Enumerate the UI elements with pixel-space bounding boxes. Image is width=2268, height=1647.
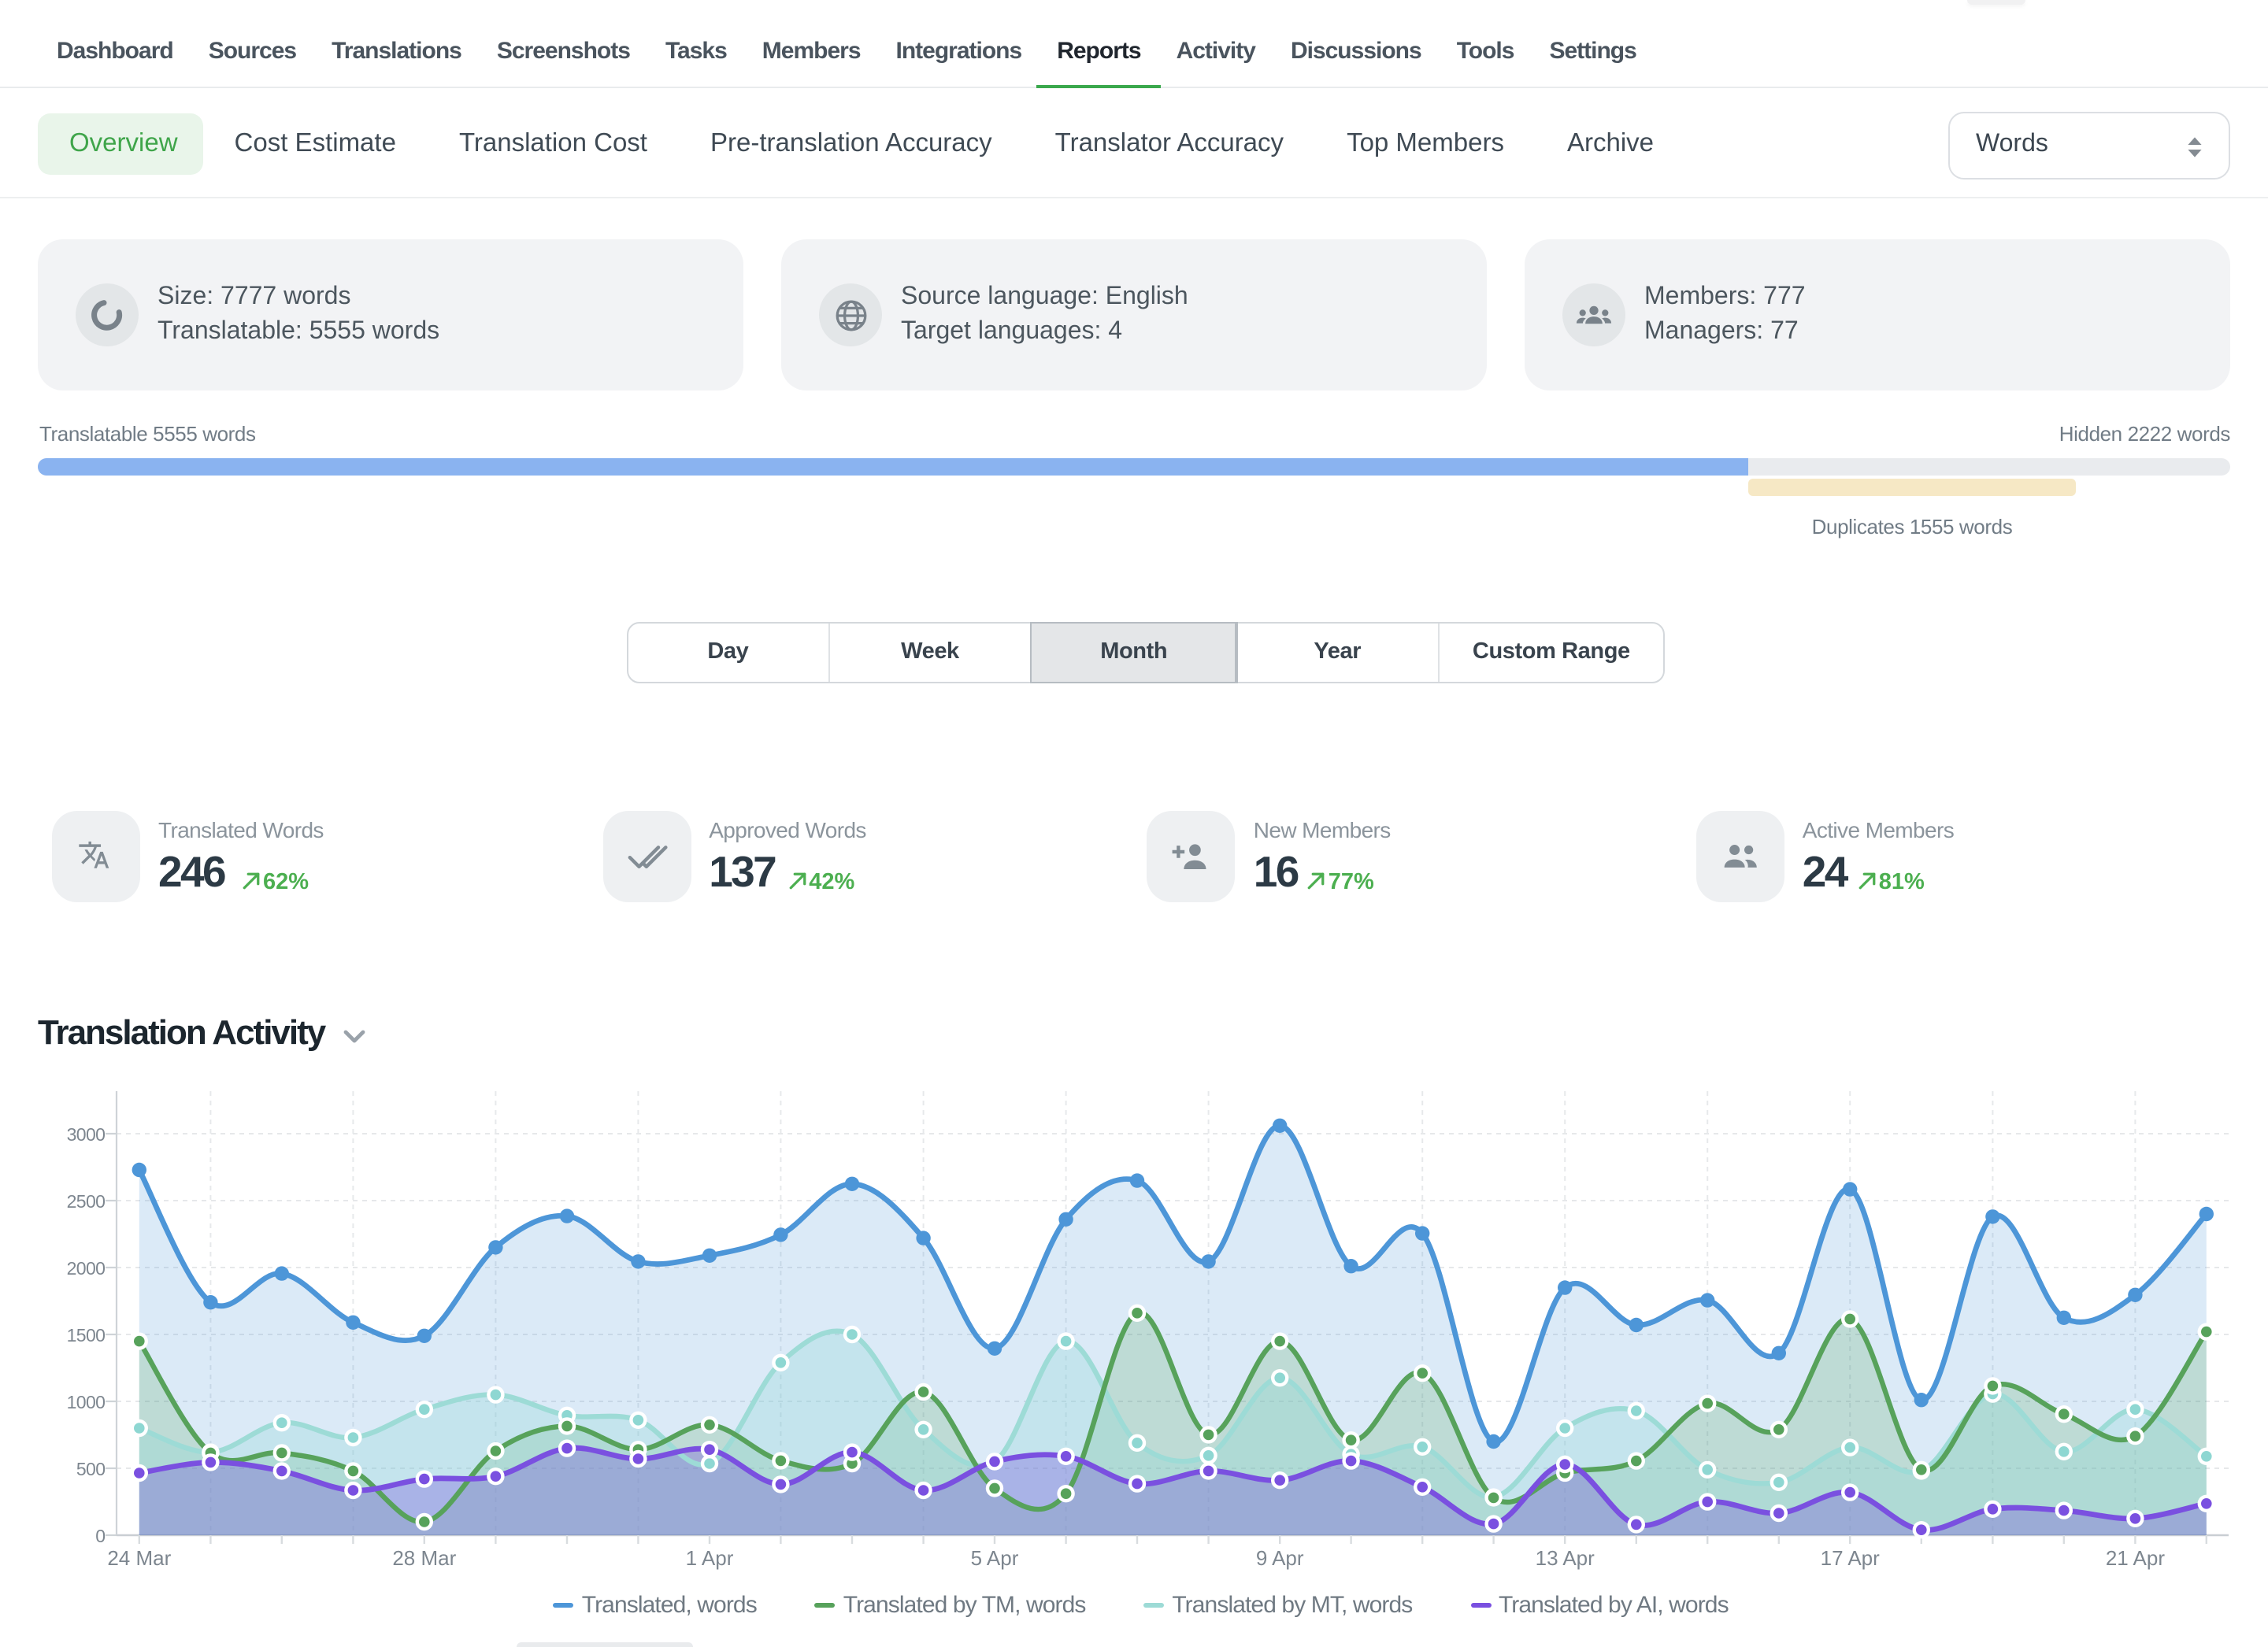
svg-text:3000: 3000	[67, 1124, 106, 1145]
svg-text:2000: 2000	[67, 1258, 106, 1279]
svg-text:5 Apr: 5 Apr	[971, 1546, 1019, 1570]
svg-text:1500: 1500	[67, 1325, 106, 1345]
svg-text:2500: 2500	[67, 1191, 106, 1212]
svg-text:9 Apr: 9 Apr	[1256, 1546, 1304, 1570]
svg-text:24 Mar: 24 Mar	[107, 1546, 171, 1570]
svg-text:21 Apr: 21 Apr	[2106, 1546, 2166, 1570]
svg-text:17 Apr: 17 Apr	[1821, 1546, 1881, 1570]
svg-text:28 Mar: 28 Mar	[392, 1546, 456, 1570]
svg-text:1000: 1000	[67, 1392, 106, 1412]
svg-text:13 Apr: 13 Apr	[1536, 1546, 1595, 1570]
svg-text:500: 500	[76, 1459, 106, 1479]
svg-text:1 Apr: 1 Apr	[686, 1546, 734, 1570]
svg-text:0: 0	[95, 1526, 105, 1546]
